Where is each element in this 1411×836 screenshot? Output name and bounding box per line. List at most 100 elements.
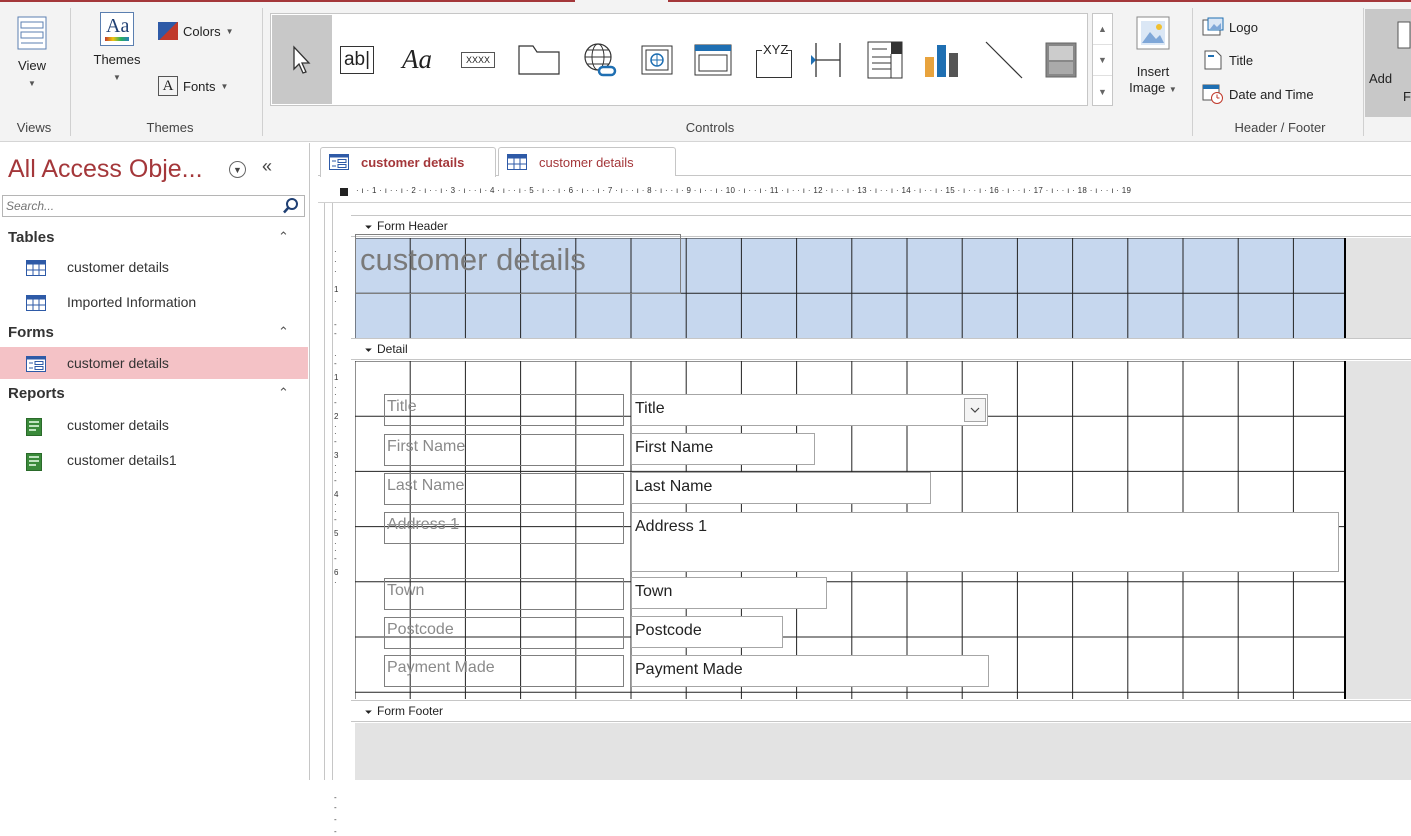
button-control[interactable]: XXXX <box>453 15 503 104</box>
collapse-chevron-icon[interactable]: ⌃ <box>278 229 289 245</box>
nav-search-input[interactable] <box>6 198 276 214</box>
nav-pane-title[interactable]: All Access Obje... <box>8 155 203 184</box>
toggle-button-control[interactable] <box>1039 15 1083 104</box>
button-icon: XXXX <box>460 51 495 68</box>
nav-item-report-customer-details[interactable]: customer details <box>0 409 308 441</box>
ruler-divider <box>324 203 325 780</box>
themes-button[interactable]: Aa Themes ▼ <box>86 12 148 108</box>
chart-icon <box>925 44 958 77</box>
page-break-control[interactable] <box>805 15 851 104</box>
label-control[interactable]: Aa <box>391 15 443 104</box>
form-icon <box>329 154 349 170</box>
report-icon <box>26 418 42 436</box>
town-field-label[interactable]: Town <box>384 578 624 610</box>
collapse-chevron-icon[interactable]: ⌃ <box>278 385 289 401</box>
last-name-text-box[interactable]: Last Name <box>631 472 931 504</box>
form-footer-section-bar[interactable]: 🞃 Form Footer <box>351 700 1411 722</box>
scroll-down-icon[interactable]: ▼ <box>1093 45 1112 76</box>
payment-made-text-box[interactable]: Payment Made <box>631 655 989 687</box>
select-pointer-control[interactable] <box>272 15 332 104</box>
collapse-chevron-icon[interactable]: ⌃ <box>278 324 289 340</box>
line-control[interactable] <box>979 15 1029 104</box>
postcode-text-box[interactable]: Postcode <box>631 616 783 648</box>
hyperlink-control[interactable] <box>575 15 625 104</box>
tab-control[interactable] <box>511 15 567 104</box>
vertical-ruler-mark: 1 <box>334 373 339 382</box>
add-label-2: F <box>1403 89 1411 104</box>
group-divider <box>70 8 71 136</box>
section-arrow-icon: 🞃 <box>365 343 372 355</box>
last-name-field-label[interactable]: Last Name <box>384 473 624 505</box>
nav-category-tables[interactable]: Tables ⌃ <box>8 229 298 246</box>
combo-box-control[interactable] <box>861 15 909 104</box>
themes-group-label: Themes <box>146 120 194 135</box>
date-time-label: Date and Time <box>1229 86 1314 102</box>
town-text-box[interactable]: Town <box>631 577 827 609</box>
chart-control[interactable] <box>917 15 967 104</box>
title-combo-box[interactable]: Title <box>631 394 988 426</box>
combo-box-icon <box>867 41 903 78</box>
detail-label: Detail <box>377 342 408 356</box>
scroll-up-icon[interactable]: ▲ <box>1093 14 1112 45</box>
nav-item-label: Imported Information <box>67 294 197 310</box>
detail-section-bar[interactable]: 🞃 Detail <box>351 338 1411 360</box>
nav-item-report-customer-details1[interactable]: customer details1 <box>0 444 308 476</box>
nav-item-table-imported-information[interactable]: Imported Information <box>0 286 308 318</box>
nav-menu-dropdown-icon[interactable]: ▼ <box>229 161 246 178</box>
first-name-field-label[interactable]: First Name <box>384 434 624 466</box>
view-button[interactable]: View ▼ <box>12 16 52 108</box>
collapse-pane-icon[interactable]: « <box>262 156 272 177</box>
ruler-divider <box>332 203 333 780</box>
nav-item-form-customer-details[interactable]: customer details <box>0 347 308 379</box>
form-footer-area[interactable] <box>355 723 1411 780</box>
logo-label: Logo <box>1229 19 1258 35</box>
gallery-scrollbar[interactable]: ▲ ▼ ▼ <box>1092 13 1113 106</box>
combo-dropdown-button[interactable] <box>964 398 986 422</box>
vertical-ruler-mark: · <box>334 257 337 266</box>
insert-image-button[interactable]: Insert Image ▼ <box>1122 16 1184 112</box>
address-1-field-label[interactable]: Address 1 <box>384 512 624 544</box>
first-name-text-box[interactable]: First Name <box>631 433 815 465</box>
tab-table-customer-details[interactable]: customer details <box>498 147 676 176</box>
vertical-ruler-mark: - <box>334 476 337 485</box>
nav-category-label: Reports <box>8 385 65 402</box>
web-browser-control[interactable] <box>635 15 679 104</box>
search-icon[interactable] <box>282 197 300 215</box>
postcode-field-label[interactable]: Postcode <box>384 617 624 649</box>
vertical-ruler-mark: 1 <box>334 285 339 294</box>
logo-button[interactable]: Logo <box>1202 17 1258 37</box>
payment-made-field-label[interactable]: Payment Made <box>384 655 624 687</box>
fonts-button[interactable]: A Fonts ▼ <box>158 76 228 96</box>
toggle-button-icon <box>1045 42 1077 77</box>
tab-form-customer-details[interactable]: customer details <box>320 147 496 177</box>
date-time-button[interactable]: Date and Time <box>1202 84 1314 104</box>
vertical-ruler-mark: - <box>334 329 337 338</box>
nav-item-label: customer details <box>67 417 169 433</box>
fonts-icon: A <box>158 76 178 96</box>
gallery-more-icon[interactable]: ▼ <box>1093 76 1112 107</box>
table-icon <box>26 295 46 311</box>
address-1-text-box[interactable]: Address 1 <box>631 512 1339 572</box>
pointer-arrow-icon <box>293 44 311 74</box>
form-header-label: Form Header <box>377 219 448 233</box>
form-selector[interactable] <box>340 188 348 196</box>
form-footer-label: Form Footer <box>377 704 444 718</box>
option-group-control[interactable]: XYZ <box>749 15 799 104</box>
section-arrow-icon: 🞃 <box>365 705 372 717</box>
controls-gallery: ab| Aa XXXX XYZ <box>270 13 1088 106</box>
themes-label: Themes <box>93 52 141 67</box>
title-icon <box>1204 50 1222 70</box>
text-box-control[interactable]: ab| <box>337 15 377 104</box>
chevron-down-icon: ▼ <box>225 26 234 36</box>
title-button[interactable]: Title <box>1202 50 1253 70</box>
title-field-label[interactable]: Title <box>384 394 624 426</box>
vertical-ruler-mark: - <box>334 437 337 446</box>
form-title-control[interactable]: customer details <box>355 234 681 294</box>
navigation-control[interactable] <box>689 15 737 104</box>
nav-category-reports[interactable]: Reports ⌃ <box>8 385 298 402</box>
view-icon <box>17 16 47 50</box>
nav-category-forms[interactable]: Forms ⌃ <box>8 324 298 341</box>
add-existing-fields-button[interactable]: Add F <box>1365 9 1411 117</box>
nav-item-table-customer-details[interactable]: customer details <box>0 251 308 283</box>
colors-button[interactable]: Colors ▼ <box>158 22 234 40</box>
